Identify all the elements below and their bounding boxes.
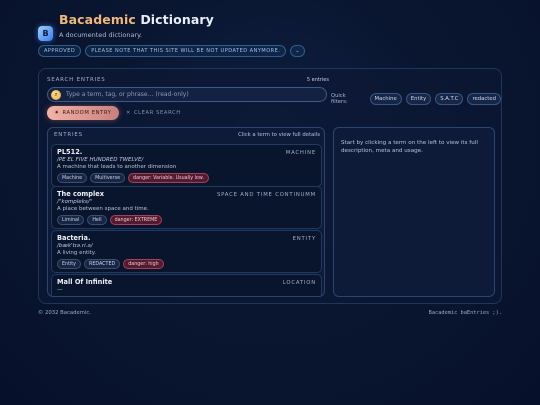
entry-type: LOCATION [282, 280, 316, 286]
list-item[interactable]: PL512. MACHINE /PE EL FIVE HUNDRED TWELV… [51, 144, 322, 187]
danger-tag: danger: EXTREME [109, 215, 163, 225]
list-item[interactable]: The complex SPACE AND TIME CONTINUMM /"k… [51, 186, 322, 229]
entry-type: SPACE AND TIME CONTINUMM [216, 192, 316, 198]
clear-search-button[interactable]: ✕ CLEAR SEARCH [126, 106, 181, 120]
entries-label: ENTRIES [54, 132, 83, 138]
entry-pronunciation: — [57, 287, 63, 293]
filter-chip-satc[interactable]: S.A.T.C [435, 93, 464, 105]
entry-description: A place between space and time. [57, 206, 149, 212]
quick-filters: Quick filters: Machine Entity S.A.T.C re… [331, 93, 501, 105]
page: B Bacademic Dictionary A documented dict… [0, 0, 540, 405]
entries-count: 5 entries [306, 77, 329, 83]
tag: Entity [57, 259, 82, 269]
footer-copyright: © 2032 Bacademic. [38, 310, 92, 316]
entry-pronunciation: /PE EL FIVE HUNDRED TWELVE/ [57, 157, 144, 163]
danger-tag: danger: high [123, 259, 164, 269]
tag: Liminal [57, 215, 85, 225]
entry-title: Mall Of Infinite [57, 278, 113, 286]
tag: Hell [87, 215, 107, 225]
entry-title: The complex [57, 190, 104, 198]
entry-tags: Entity REDACTED danger: high [57, 259, 316, 269]
entry-pronunciation: /"kompleks/" [57, 199, 93, 205]
tag: REDACTED [84, 259, 121, 269]
page-title: Bacademic Dictionary [59, 12, 214, 27]
filter-chip-entity[interactable]: Entity [405, 93, 432, 105]
subtitle: A documented dictionary. [59, 31, 143, 39]
main-panel: SEARCH ENTRIES 5 entries ⌕ Quick filters… [38, 68, 502, 304]
entry-type: MACHINE [285, 150, 316, 156]
entry-description: A machine that leads to another dimensio… [57, 164, 177, 170]
status-badge-approved: APPROVED [38, 45, 82, 57]
entry-title: PL512. [57, 148, 83, 156]
search-icon: ⌕ [51, 89, 61, 100]
filter-chip-machine[interactable]: Machine [369, 93, 402, 105]
entry-tags: Liminal Hell danger: EXTREME [57, 215, 316, 225]
notice-badge: PLEASE NOTE THAT THIS SITE WILL BE NOT U… [85, 45, 287, 57]
list-item[interactable]: Bacteria. ENTITY /bæk'tɪə.ri.ə/ A living… [51, 230, 322, 273]
tag: Multiverse [90, 173, 126, 183]
search-box[interactable]: ⌕ [47, 87, 327, 102]
title-rest: Dictionary [140, 12, 214, 27]
title-brand: Bacademic [59, 12, 136, 27]
header: B Bacademic Dictionary A documented dict… [38, 12, 508, 57]
entry-pronunciation: /bæk'tɪə.ri.ə/ [57, 243, 93, 249]
entry-tags: Machine Multiverse danger: Variable. Usu… [57, 173, 316, 183]
list-item[interactable]: Mall Of Infinite LOCATION — [51, 274, 322, 296]
search-label: SEARCH ENTRIES [47, 77, 106, 83]
search-input[interactable] [66, 91, 326, 98]
expand-badge-button[interactable]: ⌄ [290, 45, 306, 57]
entry-description: A living entity. [57, 250, 97, 256]
entry-type: ENTITY [292, 236, 316, 242]
entry-title: Bacteria. [57, 234, 91, 242]
quick-filters-label: Quick filters: [331, 93, 348, 105]
search-header: SEARCH ENTRIES 5 entries [47, 77, 329, 83]
filter-chip-redacted[interactable]: redacted [467, 93, 501, 105]
close-icon: ✕ [126, 110, 131, 116]
random-entry-label: RANDOM ENTRY [62, 110, 112, 116]
tag: Machine [57, 173, 88, 183]
clear-search-label: CLEAR SEARCH [133, 110, 181, 116]
entries-hint: Click a term to view full details [238, 132, 320, 138]
entries-list-header: ENTRIES Click a term to view full detail… [54, 132, 320, 138]
footer-note: Bacademic baEntries ;). [428, 310, 502, 316]
book-icon: B [38, 26, 53, 41]
random-entry-button[interactable]: ✷ RANDOM ENTRY [47, 106, 119, 120]
badge-row: APPROVED PLEASE NOTE THAT THIS SITE WILL… [38, 45, 508, 57]
details-panel: Start by clicking a term on the left to … [333, 127, 495, 297]
star-icon: ✷ [54, 110, 60, 116]
danger-tag: danger: Variable. Usually low. [128, 173, 209, 183]
details-placeholder: Start by clicking a term on the left to … [341, 140, 478, 154]
entries-list: ENTRIES Click a term to view full detail… [47, 127, 325, 297]
